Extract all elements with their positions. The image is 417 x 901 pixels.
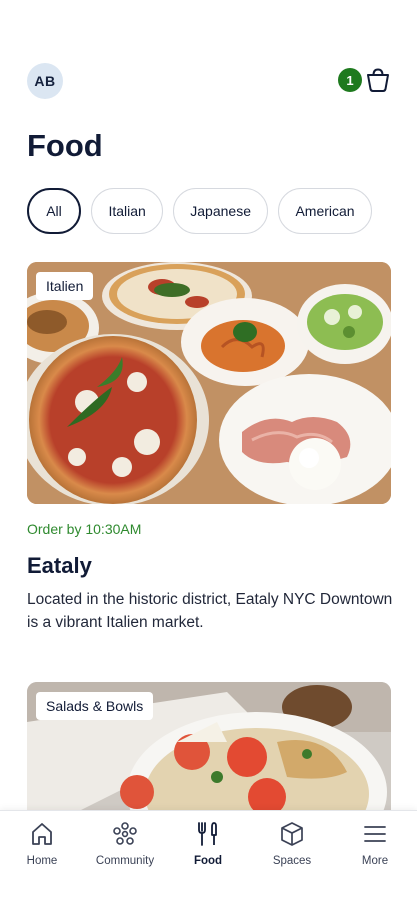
nav-community[interactable]: Community xyxy=(85,821,165,881)
nav-label: Community xyxy=(95,855,155,867)
food-photo[interactable]: Italien xyxy=(27,262,391,504)
restaurant-name[interactable]: Eataly xyxy=(27,553,92,579)
fork-knife-icon xyxy=(198,822,217,846)
cube-icon xyxy=(281,822,303,846)
nav-more[interactable]: More xyxy=(335,821,415,881)
restaurant-card[interactable]: Italien xyxy=(27,262,391,504)
cart-icon[interactable] xyxy=(364,66,392,94)
avatar[interactable]: AB xyxy=(27,63,63,99)
nav-home[interactable]: Home xyxy=(2,821,82,881)
nav-label: Home xyxy=(26,855,58,867)
nav-spaces[interactable]: Spaces xyxy=(252,821,332,881)
chip-italian[interactable]: Italian xyxy=(91,188,163,234)
nav-label: Spaces xyxy=(272,855,312,867)
home-icon xyxy=(32,823,52,845)
cuisine-tag: Italien xyxy=(36,272,94,300)
cuisine-tag: Salads & Bowls xyxy=(36,692,154,720)
nav-food[interactable]: Food xyxy=(168,821,248,881)
order-deadline: Order by 10:30AM xyxy=(27,521,142,537)
cart-count-badge[interactable]: 1 xyxy=(338,68,362,92)
restaurant-card[interactable]: Salads & Bowls xyxy=(27,682,391,822)
menu-icon xyxy=(364,826,386,842)
header: AB 1 xyxy=(0,60,417,104)
restaurant-description: Located in the historic district, Eataly… xyxy=(27,591,393,631)
page-title: Food xyxy=(27,128,103,163)
chip-japanese[interactable]: Japanese xyxy=(173,188,268,234)
food-photo[interactable]: Salads & Bowls xyxy=(27,682,391,822)
chip-american[interactable]: American xyxy=(278,188,372,234)
nav-label: Food xyxy=(193,855,223,867)
chip-all[interactable]: All xyxy=(27,188,81,234)
filter-chips: All Italian Japanese American xyxy=(27,188,417,236)
bottom-nav: Home Community Food Spaces More xyxy=(0,810,417,901)
nav-label: More xyxy=(361,855,389,867)
community-icon xyxy=(113,822,137,845)
